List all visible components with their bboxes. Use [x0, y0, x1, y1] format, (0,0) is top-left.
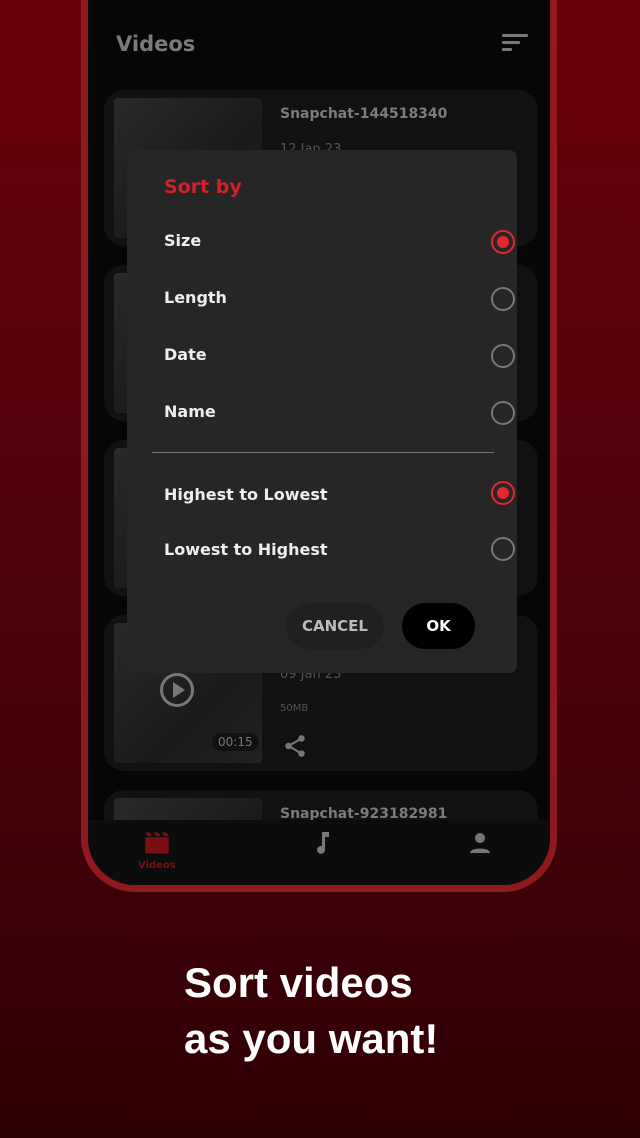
sort-option-date[interactable]: Date — [164, 340, 515, 370]
option-label: Lowest to Highest — [164, 540, 328, 559]
person-icon — [470, 833, 490, 853]
nav-profile[interactable] — [468, 830, 492, 860]
clapperboard-icon — [145, 832, 169, 854]
dialog-title: Sort by — [164, 176, 242, 198]
option-label: Length — [164, 288, 227, 307]
nav-label: Videos — [138, 860, 176, 871]
play-icon[interactable] — [160, 673, 194, 707]
video-size: 50MB — [280, 703, 309, 714]
sort-icon[interactable] — [502, 34, 528, 54]
video-duration: 00:15 — [212, 733, 259, 751]
option-label: Date — [164, 345, 207, 364]
radio[interactable] — [491, 344, 515, 368]
page-title: Videos — [116, 32, 196, 56]
sort-option-length[interactable]: Length — [164, 283, 515, 313]
cancel-button[interactable]: CANCEL — [286, 603, 384, 649]
promo-line: as you want! — [184, 1015, 439, 1062]
sort-option-name[interactable]: Name — [164, 397, 515, 427]
divider — [152, 452, 494, 453]
promo-text: Sort videos as you want! — [184, 955, 438, 1067]
share-icon[interactable] — [282, 733, 308, 759]
nav-music[interactable] — [312, 830, 332, 860]
option-label: Name — [164, 402, 216, 421]
nav-videos[interactable]: Videos — [138, 830, 176, 871]
bottom-nav: Videos — [88, 820, 550, 885]
sort-dialog: Sort by Size Length Date Name Highest to… — [127, 150, 517, 673]
radio[interactable] — [491, 287, 515, 311]
order-lowest-to-highest[interactable]: Lowest to Highest — [164, 535, 515, 565]
promo-line: Sort videos — [184, 959, 413, 1006]
radio[interactable] — [491, 537, 515, 561]
radio[interactable] — [491, 401, 515, 425]
ok-button[interactable]: OK — [402, 603, 475, 649]
order-highest-to-lowest[interactable]: Highest to Lowest — [164, 480, 515, 510]
sort-option-size[interactable]: Size — [164, 226, 515, 256]
radio-selected[interactable] — [491, 230, 515, 254]
option-label: Size — [164, 231, 202, 250]
option-label: Highest to Lowest — [164, 485, 328, 504]
video-name: Snapchat-144518340 — [280, 106, 448, 122]
radio-selected[interactable] — [491, 481, 515, 505]
music-note-icon — [317, 832, 329, 854]
